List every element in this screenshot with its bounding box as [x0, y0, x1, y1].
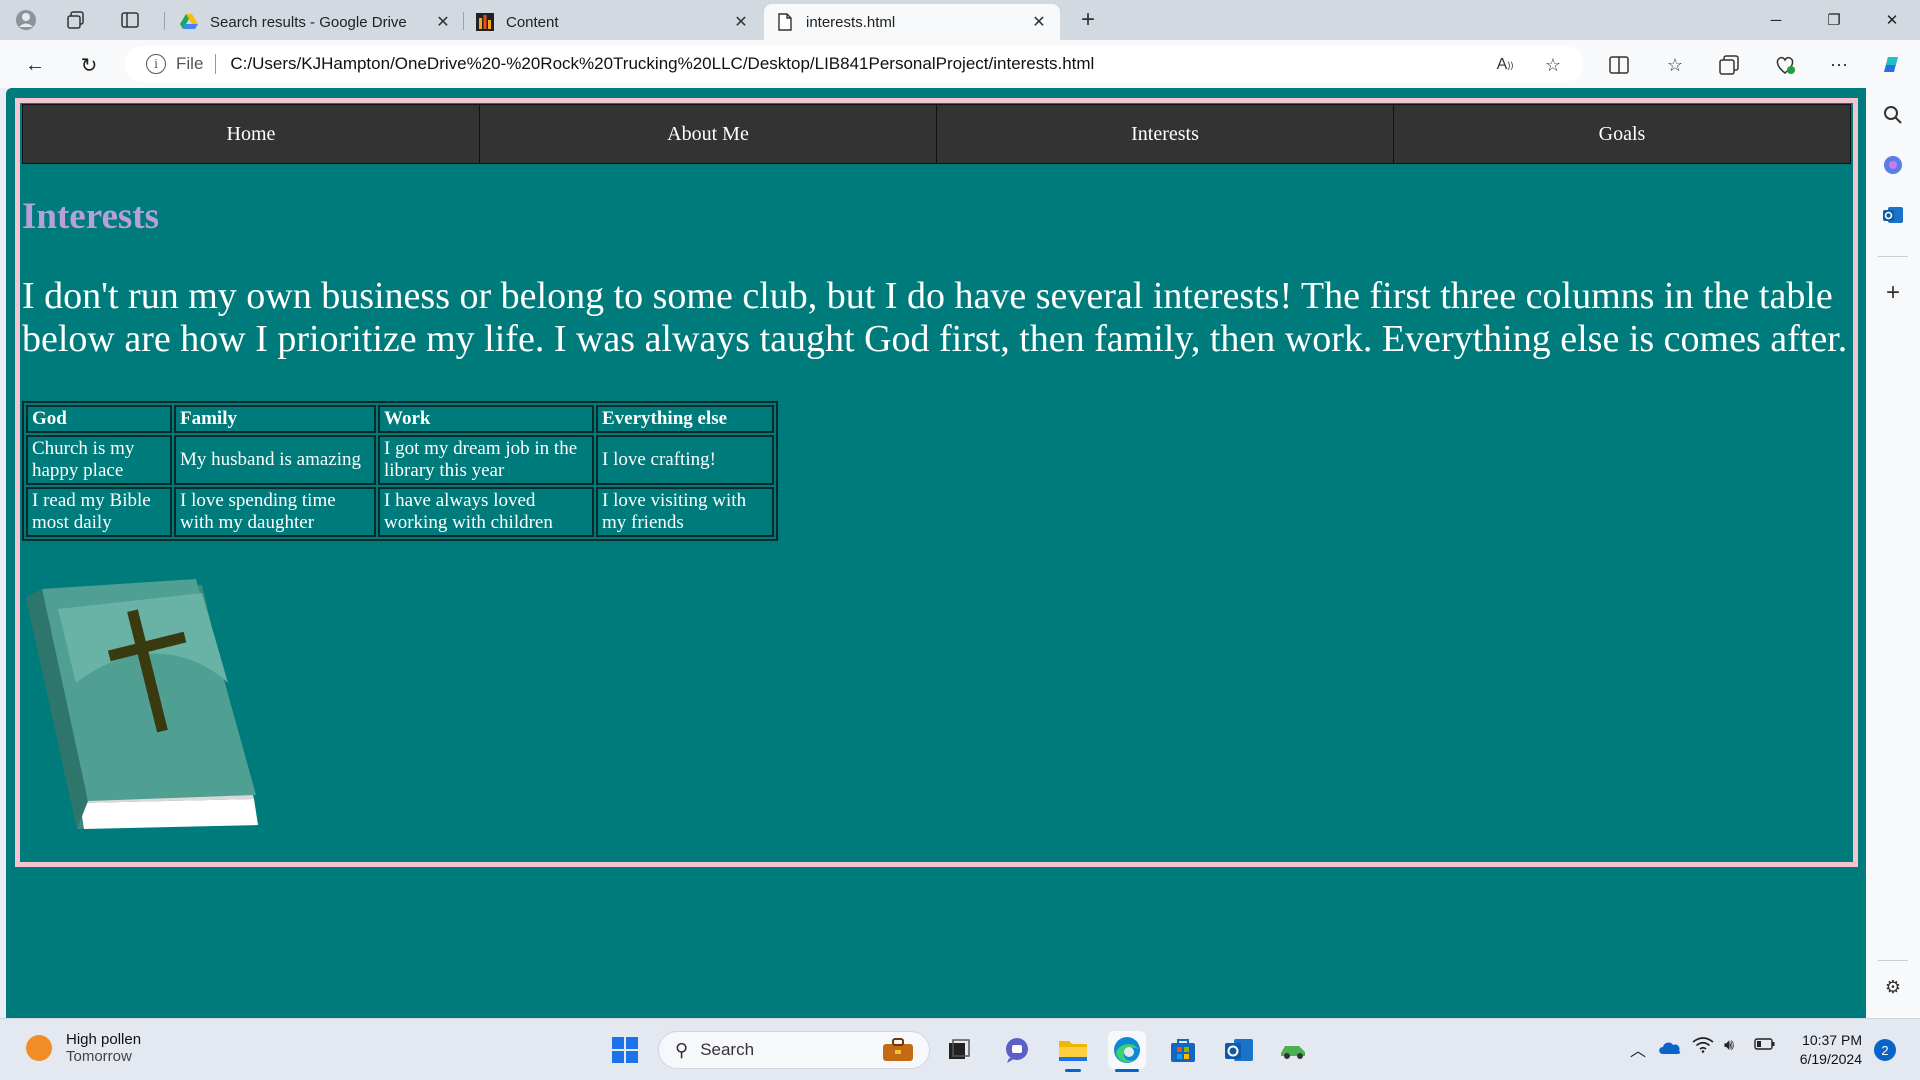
url-text[interactable]: C:/Users/KJHampton/OneDrive%20-%20Rock%2… — [230, 54, 1094, 74]
taskbar-search[interactable]: ⚲ Search — [658, 1031, 930, 1069]
search-icon[interactable] — [1880, 102, 1906, 128]
tab-title: Search results - Google Drive — [210, 13, 407, 31]
nav-menu: Home About Me Interests Goals — [22, 104, 1851, 164]
microsoft-store-icon[interactable] — [1164, 1031, 1202, 1069]
table-cell: I love crafting! — [596, 435, 774, 485]
back-icon[interactable]: ← — [20, 50, 50, 80]
copilot-sidebar-icon[interactable] — [1880, 152, 1906, 178]
table-cell: I read my Bible most daily — [26, 487, 172, 537]
add-sidebar-app-icon[interactable]: + — [1880, 279, 1906, 306]
clock-date: 6/19/2024 — [1799, 1051, 1862, 1067]
search-icon: ⚲ — [675, 1039, 689, 1060]
column-header: Everything else — [596, 405, 774, 433]
tab-title: interests.html — [806, 13, 896, 31]
task-view-icon[interactable] — [940, 1031, 978, 1069]
intro-paragraph: I don't run my own business or belong to… — [22, 275, 1848, 360]
column-header: Work — [378, 405, 594, 433]
new-tab-icon[interactable]: + — [1074, 6, 1102, 34]
workspaces-icon[interactable] — [62, 6, 90, 34]
profile-icon[interactable] — [12, 6, 40, 34]
table-cell: I love spending time with my daughter — [174, 487, 376, 537]
table-cell: I love visiting with my friends — [596, 487, 774, 537]
table-cell: I got my dream job in the library this y… — [378, 435, 594, 485]
weather-title: High pollen — [66, 1031, 142, 1048]
split-screen-icon[interactable] — [1604, 50, 1634, 80]
tab-interests[interactable]: interests.html ✕ — [764, 4, 1060, 40]
clock-time: 10:37 PM — [1802, 1032, 1862, 1048]
column-header: God — [26, 405, 172, 433]
chat-icon[interactable] — [998, 1031, 1036, 1069]
weather-subtitle: Tomorrow — [66, 1048, 132, 1065]
favorites-icon[interactable]: ☆ — [1660, 50, 1690, 80]
page-viewport: Home About Me Interests Goals Interests … — [6, 88, 1866, 1018]
nav-home[interactable]: Home — [23, 105, 480, 163]
edge-browser-icon[interactable] — [1108, 1031, 1146, 1072]
briefcase-icon — [881, 1038, 915, 1067]
tab-title: Content — [506, 13, 559, 31]
tab-google-drive[interactable]: Search results - Google Drive ✕ — [168, 4, 464, 40]
restore-icon[interactable]: ❐ — [1806, 0, 1862, 40]
bible-icon — [22, 579, 282, 839]
copilot-icon[interactable] — [1876, 50, 1906, 80]
tab-content[interactable]: Content ✕ — [464, 4, 762, 40]
file-icon — [776, 13, 794, 31]
weather-sun-icon — [26, 1035, 52, 1061]
file-explorer-icon[interactable] — [1054, 1031, 1092, 1072]
show-hidden-icons-icon[interactable]: ︿ — [1630, 1037, 1646, 1061]
table-header-row: God Family Work Everything else — [26, 405, 774, 433]
refresh-icon[interactable]: ↻ — [74, 50, 104, 80]
collections-icon[interactable] — [1714, 50, 1744, 80]
volume-icon[interactable]: 🔊︎ — [1724, 1037, 1734, 1055]
nav-goals[interactable]: Goals — [1394, 105, 1850, 163]
table-row: I read my Bible most daily I love spendi… — [26, 487, 774, 537]
info-icon[interactable]: i — [146, 54, 166, 74]
settings-gear-icon[interactable]: ⚙ — [1880, 974, 1906, 1000]
outlook-taskbar-icon[interactable] — [1220, 1031, 1258, 1069]
url-scheme: File — [176, 54, 204, 73]
close-tab-icon[interactable]: ✕ — [1030, 12, 1048, 32]
browser-essentials-icon[interactable] — [1770, 50, 1800, 80]
close-tab-icon[interactable]: ✕ — [434, 12, 452, 32]
priorities-table: God Family Work Everything else Church i… — [22, 401, 778, 541]
outlook-icon[interactable] — [1880, 202, 1906, 228]
minimize-icon[interactable]: ─ — [1748, 0, 1804, 40]
table-cell: My husband is amazing — [174, 435, 376, 485]
edge-sidebar: + ⚙ — [1866, 88, 1920, 1018]
page-frame: Home About Me Interests Goals Interests … — [15, 98, 1858, 867]
address-bar: ← ↻ i File C:/Users/KJHampton/OneDrive%2… — [0, 40, 1920, 88]
table-cell: I have always loved working with childre… — [378, 487, 594, 537]
weather-widget[interactable]: High pollen Tomorrow — [26, 1031, 141, 1065]
onedrive-cloud-icon[interactable] — [1658, 1039, 1682, 1060]
clock[interactable]: 10:37 PM 6/19/2024 — [1770, 1031, 1862, 1069]
car-game-icon[interactable] — [1274, 1031, 1312, 1069]
url-field[interactable]: i File C:/Users/KJHampton/OneDrive%20-%2… — [124, 46, 1584, 82]
page-title: Interests — [22, 196, 160, 237]
tab-bar: Search results - Google Drive ✕ Content … — [0, 0, 1920, 40]
wifi-icon[interactable] — [1692, 1037, 1714, 1058]
google-drive-icon — [180, 13, 198, 31]
vertical-tabs-icon[interactable] — [116, 6, 144, 34]
table-cell: Church is my happy place — [26, 435, 172, 485]
read-aloud-icon[interactable]: A)) — [1490, 50, 1520, 80]
close-window-icon[interactable]: ✕ — [1864, 0, 1920, 40]
table-row: Church is my happy place My husband is a… — [26, 435, 774, 485]
nav-about-me[interactable]: About Me — [480, 105, 937, 163]
start-windows-icon[interactable] — [606, 1031, 644, 1069]
nav-interests[interactable]: Interests — [937, 105, 1394, 163]
column-header: Family — [174, 405, 376, 433]
content-icon — [476, 13, 494, 31]
close-tab-icon[interactable]: ✕ — [732, 12, 750, 32]
more-options-icon[interactable]: ⋯ — [1824, 50, 1854, 80]
notification-badge[interactable]: 2 — [1874, 1039, 1896, 1061]
favorite-star-icon[interactable]: ☆ — [1538, 50, 1568, 80]
taskbar: High pollen Tomorrow ⚲ Search ︿ 🔊︎ 10:37… — [0, 1018, 1920, 1080]
taskbar-search-label: Search — [700, 1040, 755, 1059]
